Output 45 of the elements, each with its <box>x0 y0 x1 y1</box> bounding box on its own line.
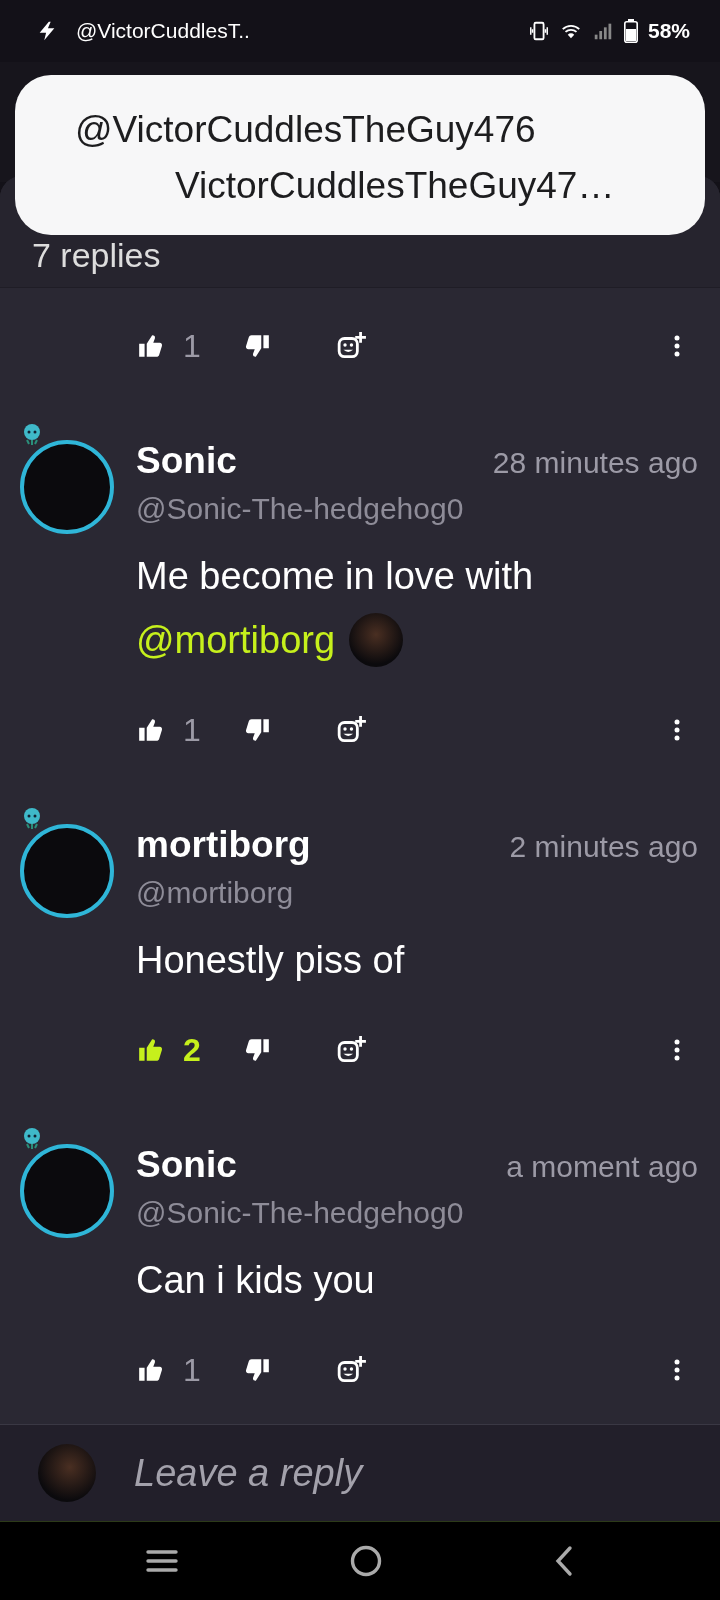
timestamp: 2 minutes ago <box>509 830 698 864</box>
user-handle[interactable]: @Sonic-The-hedgehog0 <box>136 492 698 526</box>
toast-title: @VictorCuddlesTheGuy476 <box>75 109 537 151</box>
mention-link[interactable]: @mortiborg <box>136 608 336 672</box>
timestamp: 28 minutes ago <box>492 446 698 480</box>
reply-bar[interactable]: Leave a reply <box>0 1424 720 1521</box>
comment-text: Can i kids you <box>136 1258 376 1303</box>
add-reaction-icon[interactable] <box>337 1035 367 1065</box>
home-icon[interactable] <box>350 1545 382 1577</box>
like-count: 1 <box>183 327 202 365</box>
battery-percent: 58% <box>647 19 690 43</box>
comment-text: Honestly piss of <box>136 938 406 983</box>
thumbs-up-icon[interactable] <box>137 1357 163 1383</box>
username[interactable]: Sonic <box>136 440 237 482</box>
toast-subtitle: VictorCuddlesTheGuy47… <box>174 165 616 207</box>
comment-text: Me become in love with <box>136 554 535 599</box>
thumbs-down-icon[interactable] <box>245 717 271 743</box>
more-options-icon[interactable] <box>674 718 680 742</box>
thumbs-up-icon[interactable] <box>137 717 163 743</box>
notification-text: @VictorCuddlesT.. <box>76 19 250 43</box>
thumbs-up-icon[interactable] <box>137 1037 163 1063</box>
back-icon[interactable] <box>554 1545 574 1577</box>
add-reaction-icon[interactable] <box>337 331 367 361</box>
mention-avatar <box>349 613 404 667</box>
timestamp: a moment ago <box>506 1150 698 1184</box>
username[interactable]: Sonic <box>136 1144 237 1186</box>
thumbs-up-icon[interactable] <box>137 333 163 359</box>
add-reaction-icon[interactable] <box>337 1355 367 1385</box>
more-options-icon[interactable] <box>674 1358 680 1382</box>
like-count: 2 <box>183 1031 202 1069</box>
thumbs-down-icon[interactable] <box>245 1357 271 1383</box>
like-count: 1 <box>183 1351 202 1389</box>
more-options-icon[interactable] <box>674 334 680 358</box>
recent-apps-icon[interactable] <box>146 1548 178 1574</box>
vibrate-icon <box>527 20 550 42</box>
user-handle[interactable]: @Sonic-The-hedgehog0 <box>136 1196 698 1230</box>
replies-count: 7 replies <box>32 236 161 275</box>
like-count: 1 <box>183 711 202 749</box>
add-reaction-icon[interactable] <box>337 715 367 745</box>
more-options-icon[interactable] <box>674 1038 680 1062</box>
user-handle[interactable]: @mortiborg <box>136 876 698 910</box>
thumbs-down-icon[interactable] <box>245 1037 271 1063</box>
username[interactable]: mortiborg <box>136 824 311 866</box>
battery-icon <box>623 19 638 43</box>
thumbs-down-icon[interactable] <box>245 333 271 359</box>
